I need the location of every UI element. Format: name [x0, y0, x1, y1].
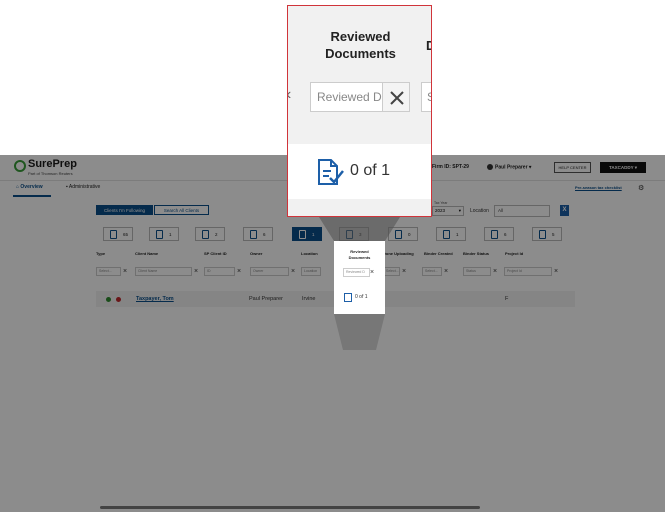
reviewed-doc-icon[interactable] [344, 293, 352, 302]
spot-head-line2: Documents [348, 255, 371, 260]
filter-reviewed-documents[interactable]: Reviewed D [343, 268, 370, 277]
screen: SurePrep Part of Thomson Reuters Firm ID… [0, 0, 665, 512]
zoom-lens: Reviewed Documents D ‹ Reviewed D S 0 of… [287, 5, 432, 217]
lens-heading-line2: Documents [325, 46, 396, 61]
clear-filter-icon[interactable]: × [370, 268, 374, 277]
row-reviewed-count[interactable]: 0 of 1 [355, 294, 368, 300]
spot-head-line1: Reviewed [350, 249, 369, 254]
lens-row-cell: 0 of 1 [288, 144, 431, 199]
chevron-left-icon: ‹ [288, 86, 291, 104]
close-icon [390, 91, 404, 105]
lens-heading-line1: Reviewed [330, 29, 391, 44]
reviewed-doc-icon[interactable] [316, 158, 344, 186]
next-column-heading-partial: D [426, 38, 431, 53]
lens-reviewed-count[interactable]: 0 of 1 [350, 162, 390, 180]
next-filter-input-partial[interactable]: S [421, 82, 431, 112]
clear-filter-button[interactable] [382, 82, 410, 112]
reviewed-documents-cell: Reviewed Documents Reviewed D × 0 of 1 [334, 241, 385, 314]
col-reviewed-documents[interactable]: Reviewed Documents [334, 249, 385, 261]
lens-reviewed-filter-input[interactable]: Reviewed D [310, 82, 382, 112]
lens-column-heading: Reviewed Documents [288, 28, 431, 62]
